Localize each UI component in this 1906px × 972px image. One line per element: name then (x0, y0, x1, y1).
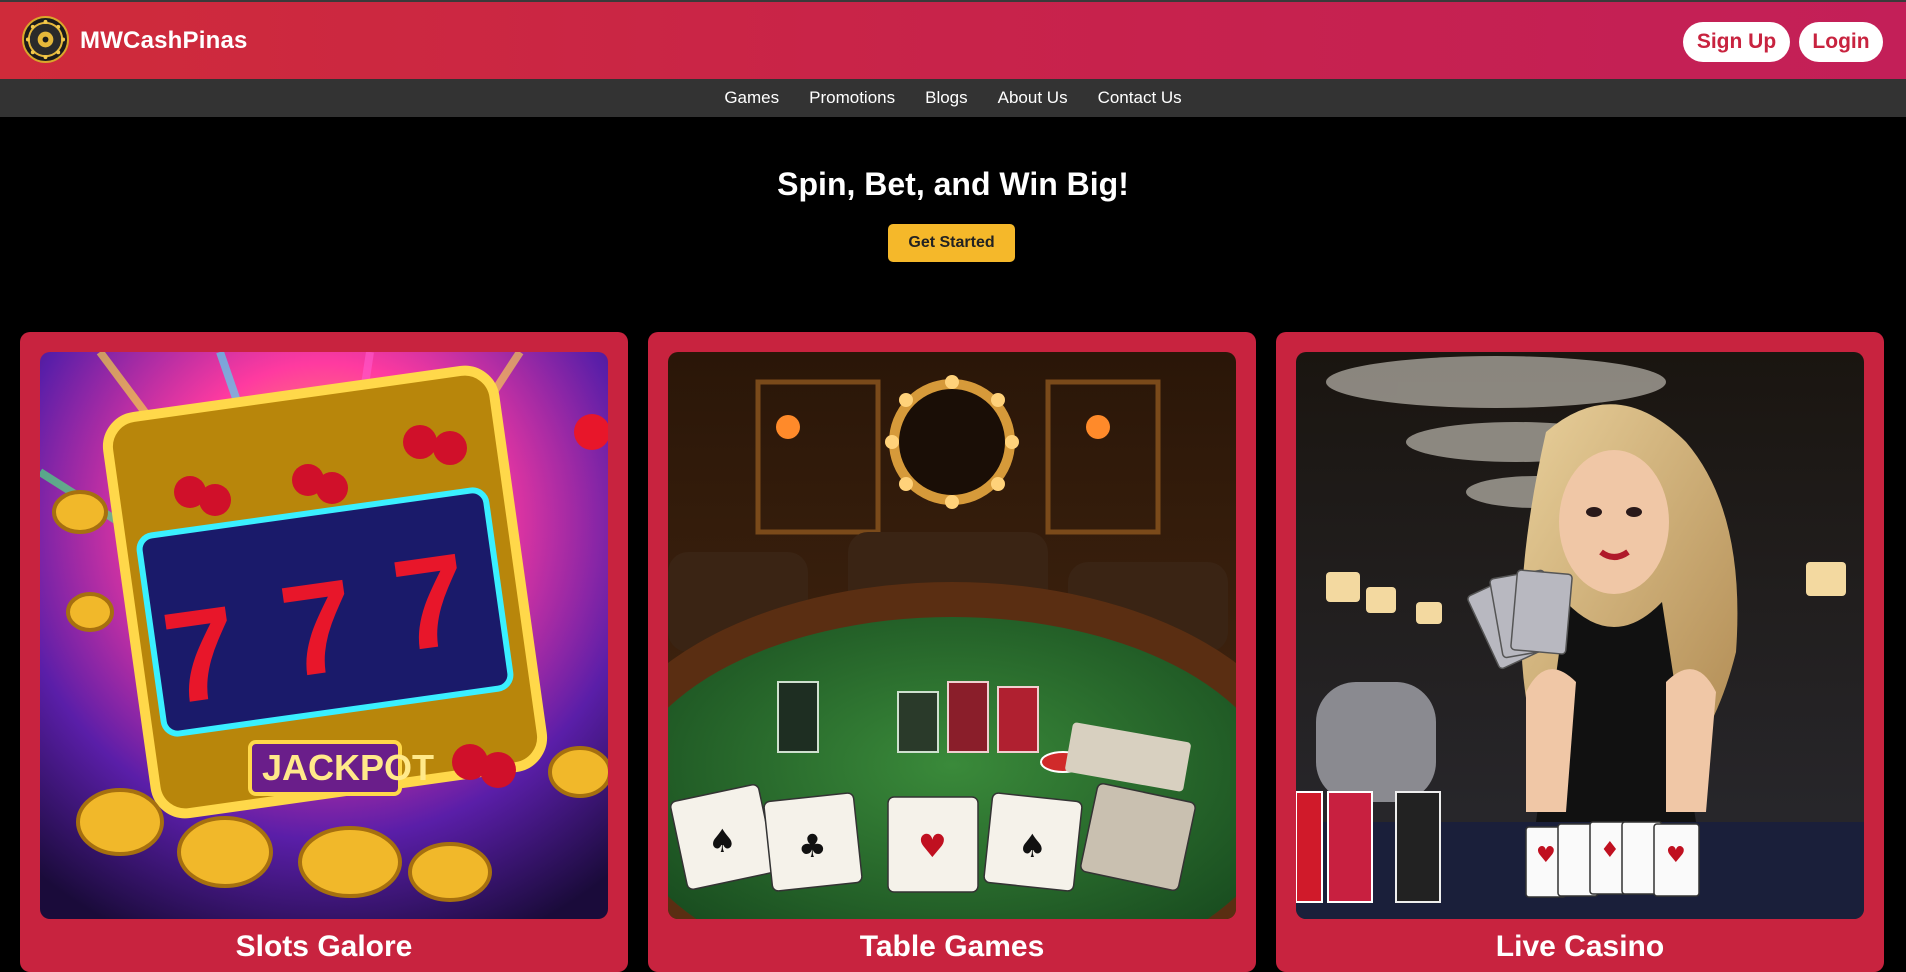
nav-item-about-us[interactable]: About Us (998, 88, 1068, 108)
svg-text:♦: ♦ (1600, 838, 1620, 863)
roulette-wheel-icon[interactable] (22, 16, 69, 63)
nav-item-promotions[interactable]: Promotions (809, 88, 895, 108)
svg-text:♥: ♥ (1666, 843, 1686, 868)
nav-item-contact-us[interactable]: Contact Us (1098, 88, 1182, 108)
get-started-button[interactable]: Get Started (888, 224, 1015, 262)
card-title: Table Games (859, 930, 1045, 963)
hero-title: Spin, Bet, and Win Big! (777, 166, 1129, 202)
svg-text:JACKPOT: JACKPOT (262, 747, 434, 788)
game-card-slots[interactable]: 7 7 7 JACKPOT Slots Galore (20, 332, 628, 972)
nav-item-games[interactable]: Games (724, 88, 779, 108)
card-title: Slots Galore (235, 930, 413, 963)
game-card-live-casino[interactable]: ♥ ♦ ♥ Live Casino (1276, 332, 1884, 972)
live-dealer-image[interactable]: ♥ ♦ ♥ (1296, 352, 1864, 919)
svg-text:♣: ♣ (798, 827, 827, 865)
svg-text:♠: ♠ (1018, 827, 1047, 865)
poker-table-image[interactable]: ♠ ♣ ♠ ♥ (668, 352, 1236, 919)
svg-text:♥: ♥ (918, 827, 947, 865)
svg-text:♥: ♥ (1536, 843, 1556, 868)
slot-machine-jackpot-image[interactable]: 7 7 7 JACKPOT (40, 352, 608, 919)
game-card-table-games[interactable]: ♠ ♣ ♠ ♥ Table Games (648, 332, 1256, 972)
signup-button[interactable]: Sign Up (1683, 22, 1790, 62)
login-button[interactable]: Login (1799, 22, 1883, 62)
main-nav: Games Promotions Blogs About Us Contact … (0, 79, 1906, 117)
site-header: MWCashPinas Sign Up Login (0, 0, 1906, 79)
card-title: Live Casino (1495, 930, 1665, 963)
svg-text:♠: ♠ (708, 822, 737, 860)
nav-item-blogs[interactable]: Blogs (925, 88, 968, 108)
brand-name[interactable]: MWCashPinas (80, 27, 248, 55)
